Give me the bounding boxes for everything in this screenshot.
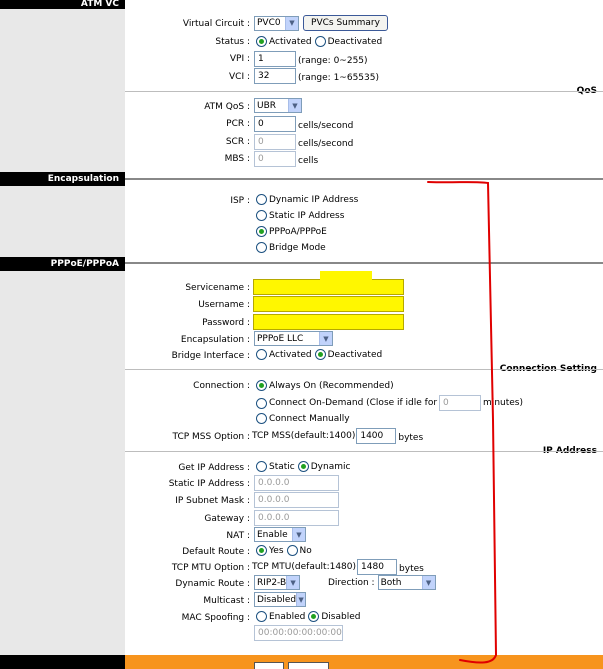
red-annotation-line bbox=[427, 181, 498, 664]
